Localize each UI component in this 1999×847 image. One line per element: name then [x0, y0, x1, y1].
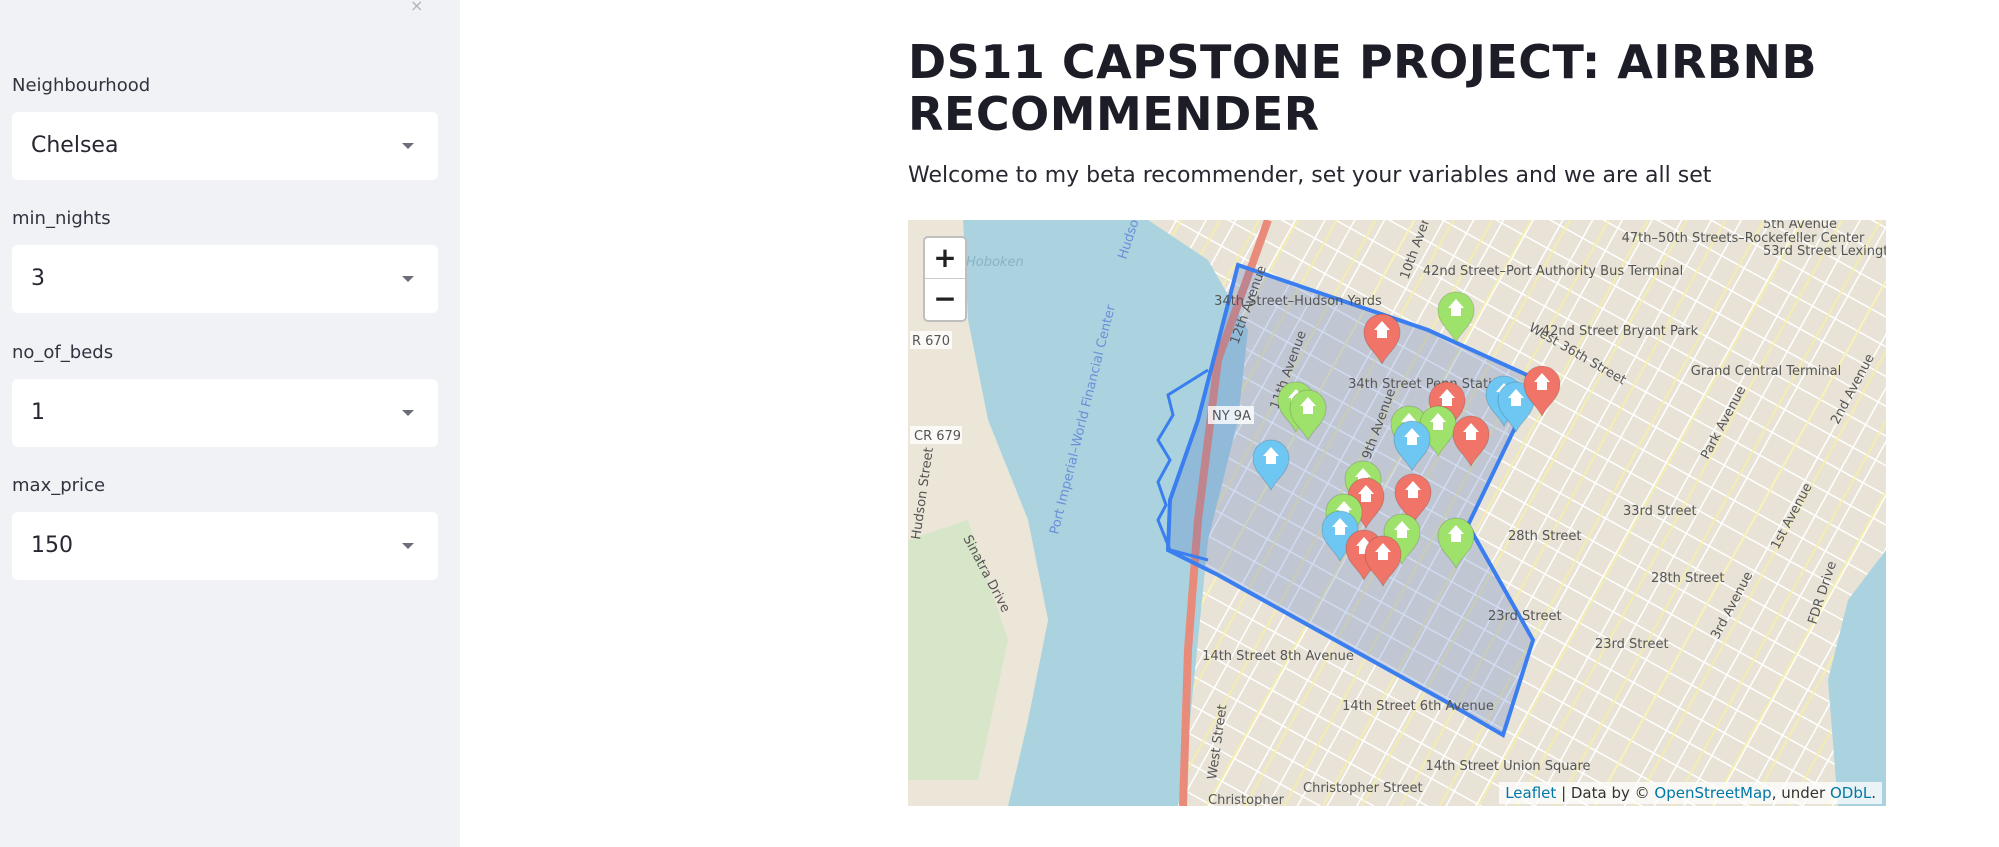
label-14th-8th: 14th Street 8th Avenue	[1202, 649, 1354, 664]
select-value: 150	[31, 533, 73, 558]
field-label: no_of_beds	[12, 342, 114, 363]
zoom-out-button[interactable]: −	[925, 278, 965, 319]
select-value: Chelsea	[31, 133, 119, 158]
attribution-text: .	[1871, 784, 1876, 802]
page-subtitle: Welcome to my beta recommender, set your…	[908, 163, 1712, 188]
map-attribution: Leaflet | Data by © OpenStreetMap, under…	[1499, 782, 1882, 804]
no-of-beds-select[interactable]: 1	[12, 379, 438, 447]
sidebar: × Neighbourhood Chelsea min_nights 3 no_…	[0, 0, 460, 847]
min-nights-field: min_nights 3	[12, 207, 438, 313]
field-label: max_price	[12, 475, 106, 496]
label-14th-6th: 14th Street 6th Avenue	[1342, 699, 1494, 714]
label-penn-station: 34th Street Penn Station	[1348, 377, 1508, 392]
label-grand-central: Grand Central Terminal	[1691, 364, 1841, 379]
label-union-square: 14th Street Union Square	[1425, 759, 1590, 774]
label-s28: 28th Street	[1508, 529, 1582, 544]
field-label: Neighbourhood	[12, 75, 151, 96]
no-of-beds-field: no_of_beds 1	[12, 341, 438, 447]
min-nights-select[interactable]: 3	[12, 245, 438, 313]
close-sidebar-icon[interactable]: ×	[410, 0, 423, 15]
label-s23: 23rd Street	[1488, 609, 1562, 624]
label-s23b: 23rd Street	[1595, 637, 1669, 652]
neighbourhood-field: Neighbourhood Chelsea	[12, 74, 438, 180]
label-s33: 33rd Street	[1623, 504, 1697, 519]
label-lexington: 53rd Street Lexington Avenue	[1763, 244, 1886, 259]
label-cr679: CR 679	[914, 429, 961, 444]
leaflet-link[interactable]: Leaflet	[1505, 784, 1556, 802]
chevron-down-icon[interactable]	[402, 543, 414, 549]
field-label: min_nights	[12, 208, 111, 229]
osm-link[interactable]: OpenStreetMap	[1654, 784, 1771, 802]
chevron-down-icon[interactable]	[402, 276, 414, 282]
label-ny9a: NY 9A	[1212, 409, 1251, 424]
max-price-select[interactable]: 150	[12, 512, 438, 580]
select-value: 3	[31, 266, 45, 291]
map[interactable]: Hoboken R 670 CR 679 NY 9A Hudson Hy Hud…	[908, 220, 1886, 806]
label-hoboken: Hoboken	[966, 255, 1024, 270]
zoom-in-button[interactable]: +	[925, 238, 965, 278]
label-christopher: Christopher	[1208, 793, 1285, 806]
label-bryant-park: 42nd Street Bryant Park	[1542, 324, 1699, 339]
zoom-control: + −	[923, 236, 967, 322]
label-s28b: 28th Street	[1651, 571, 1725, 586]
neighbourhood-select[interactable]: Chelsea	[12, 112, 438, 180]
map-canvas[interactable]: Hoboken R 670 CR 679 NY 9A Hudson Hy Hud…	[908, 220, 1886, 806]
attribution-text: , under	[1771, 784, 1830, 802]
select-value: 1	[31, 400, 45, 425]
chevron-down-icon[interactable]	[402, 143, 414, 149]
page-title: DS11 CAPSTONE PROJECT: AIRBNB RECOMMENDE…	[908, 35, 1818, 141]
odbl-link[interactable]: ODbL	[1830, 784, 1871, 802]
label-port-authority: 42nd Street–Port Authority Bus Terminal	[1423, 264, 1683, 279]
max-price-field: max_price 150	[12, 474, 438, 580]
label-christopher-st: Christopher Street	[1303, 781, 1423, 796]
label-fifth-ave: 5th Avenue	[1763, 220, 1837, 232]
attribution-text: | Data by ©	[1556, 784, 1655, 802]
chevron-down-icon[interactable]	[402, 410, 414, 416]
label-r670: R 670	[912, 334, 950, 349]
